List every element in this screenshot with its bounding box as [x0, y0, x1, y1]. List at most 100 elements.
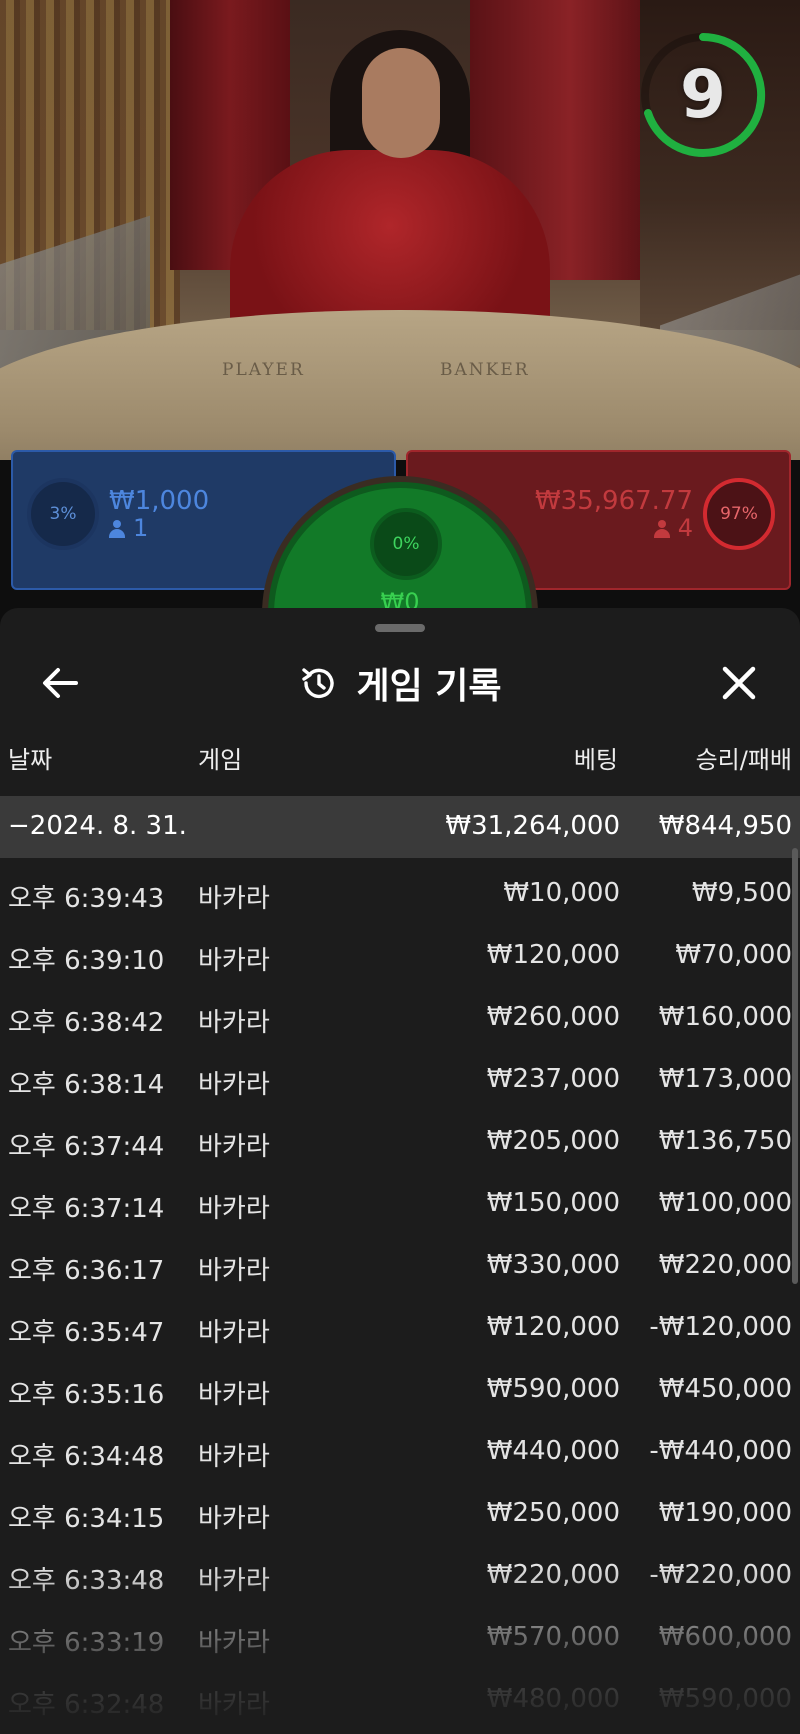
banker-total-amount: ₩35,967.77 — [534, 486, 693, 516]
row-game: 바카라 — [198, 1194, 270, 1224]
row-bet: ₩590,000 — [486, 1374, 620, 1404]
column-header-result[interactable]: 승리/패배 — [696, 740, 792, 775]
row-result: ₩450,000 — [658, 1374, 792, 1404]
drag-handle[interactable] — [375, 624, 425, 632]
history-icon — [302, 668, 335, 699]
row-game: 바카라 — [198, 1380, 270, 1410]
sheet-header: 게임 기록 — [0, 648, 800, 718]
row-bet: ₩237,000 — [486, 1064, 620, 1094]
row-result: -₩440,000 — [649, 1436, 792, 1466]
row-time: 오후 6:38:14 — [8, 1070, 165, 1100]
date-group-label: −2024. 8. 31. — [8, 811, 187, 841]
banker-percent: 97% — [720, 504, 758, 524]
table-row[interactable]: 오후 6:35:47 바카라 ₩120,000 -₩120,000 — [0, 1292, 800, 1354]
countdown-timer: 9 — [680, 56, 726, 133]
row-result: ₩600,000 — [658, 1622, 792, 1652]
arrow-left-icon[interactable] — [36, 658, 86, 708]
close-icon[interactable] — [714, 658, 764, 708]
row-result: ₩100,000 — [658, 1188, 792, 1218]
row-game: 바카라 — [198, 1690, 270, 1720]
row-result: ₩160,000 — [658, 1002, 792, 1032]
date-group-row[interactable]: −2024. 8. 31. ₩31,264,000 ₩844,950 — [0, 796, 800, 858]
row-time: 오후 6:39:10 — [8, 946, 165, 976]
player-count: 1 — [109, 514, 148, 542]
table-row[interactable]: 오후 6:35:16 바카라 ₩590,000 ₩450,000 — [0, 1354, 800, 1416]
table-row[interactable]: 오후 6:39:43 바카라 ₩10,000 ₩9,500 — [0, 858, 800, 920]
table-row[interactable]: 오후 6:33:48 바카라 ₩220,000 -₩220,000 — [0, 1540, 800, 1602]
row-result: ₩70,000 — [675, 940, 792, 970]
row-game: 바카라 — [198, 946, 270, 976]
table-row[interactable]: 오후 6:39:10 바카라 ₩120,000 ₩70,000 — [0, 920, 800, 982]
row-game: 바카라 — [198, 1628, 270, 1658]
table-row[interactable]: 오후 6:38:14 바카라 ₩237,000 ₩173,000 — [0, 1044, 800, 1106]
row-game: 바카라 — [198, 1566, 270, 1596]
row-result: -₩120,000 — [649, 1312, 792, 1342]
row-game: 바카라 — [198, 1318, 270, 1348]
scrollbar[interactable] — [792, 848, 798, 1284]
row-time: 오후 6:36:17 — [8, 1256, 165, 1286]
dealer-face — [362, 48, 440, 158]
table-row[interactable]: 오후 6:34:48 바카라 ₩440,000 -₩440,000 — [0, 1416, 800, 1478]
live-video: PLAYER BANKER 9 — [0, 0, 800, 460]
row-bet: ₩330,000 — [486, 1250, 620, 1280]
row-bet: ₩150,000 — [486, 1188, 620, 1218]
row-bet: ₩480,000 — [486, 1684, 620, 1714]
date-group-bet-total: ₩31,264,000 — [445, 811, 620, 841]
table-label-banker: BANKER — [440, 360, 530, 380]
game-history-sheet: 게임 기록 날짜 게임 베팅 승리/패배 −2024. 8. 31. ₩31,2… — [0, 608, 800, 1734]
table-row[interactable]: 오후 6:32:48 바카라 ₩480,000 ₩590,000 — [0, 1664, 800, 1726]
row-game: 바카라 — [198, 1070, 270, 1100]
row-time: 오후 6:33:48 — [8, 1566, 165, 1596]
column-header-game[interactable]: 게임 — [198, 740, 242, 775]
row-time: 오후 6:35:16 — [8, 1380, 165, 1410]
column-header-bet[interactable]: 베팅 — [574, 740, 618, 775]
baccarat-table — [0, 310, 800, 460]
column-header-date[interactable]: 날짜 — [8, 740, 52, 775]
row-time: 오후 6:38:42 — [8, 1008, 165, 1038]
row-time: 오후 6:34:15 — [8, 1504, 165, 1534]
row-game: 바카라 — [198, 1008, 270, 1038]
tie-percent-ring: 0% — [370, 508, 442, 580]
row-result: ₩590,000 — [658, 1684, 792, 1714]
row-result: ₩190,000 — [658, 1498, 792, 1528]
row-game: 바카라 — [198, 1504, 270, 1534]
table-row[interactable]: 오후 6:38:42 바카라 ₩260,000 ₩160,000 — [0, 982, 800, 1044]
row-result: -₩220,000 — [649, 1560, 792, 1590]
row-result: ₩9,500 — [691, 878, 792, 908]
player-total-amount: ₩1,000 — [109, 486, 210, 516]
row-bet: ₩205,000 — [486, 1126, 620, 1156]
row-game: 바카라 — [198, 1442, 270, 1472]
player-percent-ring: 3% — [27, 478, 99, 550]
player-count-value: 1 — [133, 514, 149, 542]
row-bet: ₩260,000 — [486, 1002, 620, 1032]
row-time: 오후 6:37:44 — [8, 1132, 165, 1162]
row-game: 바카라 — [198, 1132, 270, 1162]
person-icon — [653, 520, 670, 538]
table-row[interactable]: 오후 6:37:44 바카라 ₩205,000 ₩136,750 — [0, 1106, 800, 1168]
row-result: ₩136,750 — [658, 1126, 792, 1156]
table-label-player: PLAYER — [222, 360, 305, 380]
row-bet: ₩250,000 — [486, 1498, 620, 1528]
tie-percent: 0% — [392, 534, 420, 554]
row-result: ₩173,000 — [658, 1064, 792, 1094]
table-header: 날짜 게임 베팅 승리/패배 — [0, 740, 800, 790]
row-bet: ₩220,000 — [486, 1560, 620, 1590]
date-group-result-total: ₩844,950 — [658, 811, 792, 841]
row-bet: ₩570,000 — [486, 1622, 620, 1652]
table-row[interactable]: 오후 6:33:19 바카라 ₩570,000 ₩600,000 — [0, 1602, 800, 1664]
row-bet: ₩440,000 — [486, 1436, 620, 1466]
row-game: 바카라 — [198, 884, 270, 914]
table-row[interactable]: 오후 6:37:14 바카라 ₩150,000 ₩100,000 — [0, 1168, 800, 1230]
table-row[interactable]: 오후 6:36:17 바카라 ₩330,000 ₩220,000 — [0, 1230, 800, 1292]
history-rows: 오후 6:39:43 바카라 ₩10,000 ₩9,500 오후 6:39:10 바카라 ₩… — [0, 858, 800, 1726]
row-bet: ₩120,000 — [486, 1312, 620, 1342]
row-bet: ₩120,000 — [486, 940, 620, 970]
person-icon — [109, 520, 125, 538]
banker-count: 4 — [653, 514, 693, 542]
banker-percent-ring: 97% — [703, 478, 775, 550]
row-time: 오후 6:34:48 — [8, 1442, 165, 1472]
table-row[interactable]: 오후 6:34:15 바카라 ₩250,000 ₩190,000 — [0, 1478, 800, 1540]
row-bet: ₩10,000 — [503, 878, 620, 908]
row-time: 오후 6:35:47 — [8, 1318, 165, 1348]
row-time: 오후 6:37:14 — [8, 1194, 165, 1224]
